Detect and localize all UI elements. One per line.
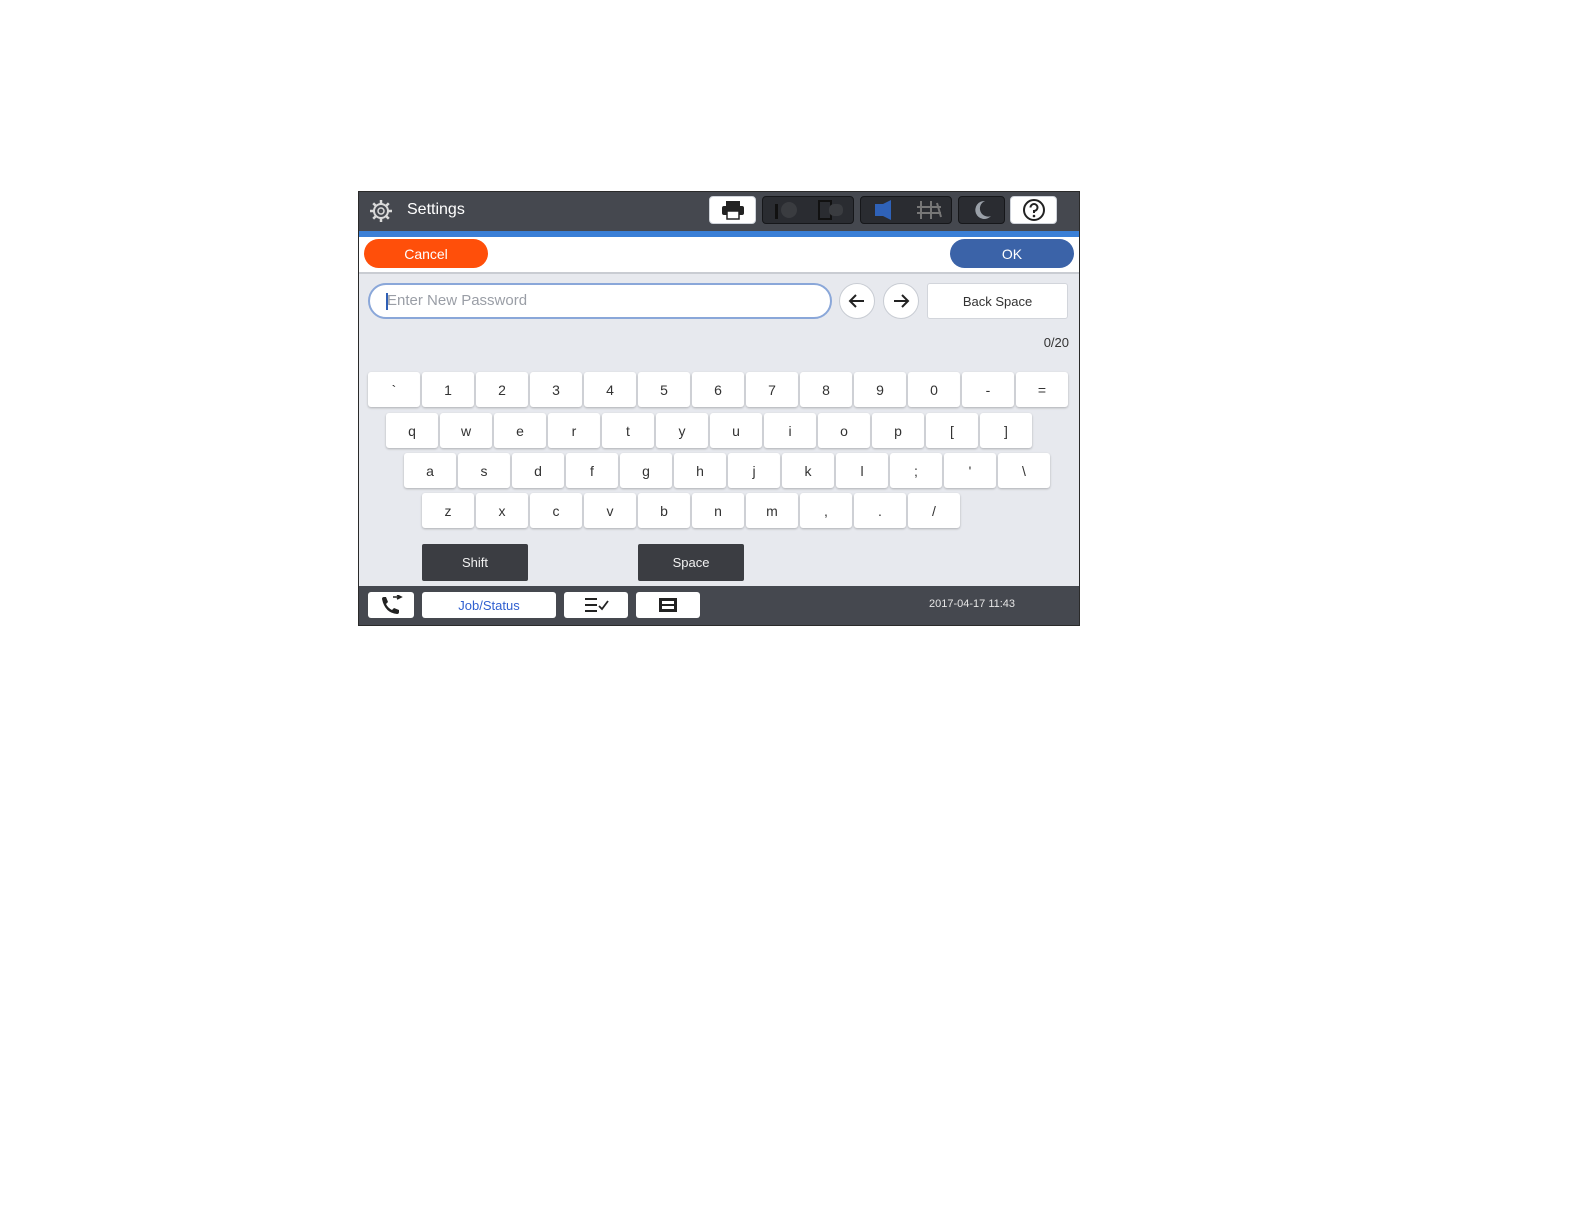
cursor-right-button[interactable] [883,283,919,319]
key[interactable]: r [548,413,600,448]
supply-status-button[interactable] [762,196,854,224]
key[interactable]: a [404,453,456,488]
key[interactable]: 1 [422,372,474,407]
key[interactable]: v [584,493,636,528]
paper-tray-button[interactable] [636,592,700,618]
key[interactable]: h [674,453,726,488]
key[interactable]: . [854,493,906,528]
network-icon [917,201,942,219]
key[interactable]: u [710,413,762,448]
connection-status-button[interactable] [860,196,952,224]
password-input[interactable]: Enter New Password [368,283,832,319]
job-status-button[interactable]: Job/Status [422,592,556,618]
action-bar: Cancel OK [359,237,1079,274]
title-bar: Settings [359,192,1079,231]
key[interactable]: \ [998,453,1050,488]
space-key[interactable]: Space [638,544,744,581]
cursor-left-button[interactable] [839,283,875,319]
key[interactable]: ] [980,413,1032,448]
key[interactable]: e [494,413,546,448]
shift-key[interactable]: Shift [422,544,528,581]
printer-icon [722,201,744,220]
page-title: Settings [407,201,465,218]
key[interactable]: 3 [530,372,582,407]
gear-icon [369,199,393,223]
key[interactable]: g [620,453,672,488]
volume-icon [875,200,891,220]
key[interactable]: w [440,413,492,448]
sleep-button[interactable] [958,196,1005,224]
backspace-button[interactable]: Back Space [927,283,1068,319]
key[interactable]: ; [890,453,942,488]
key[interactable]: o [818,413,870,448]
key[interactable]: z [422,493,474,528]
key[interactable]: 7 [746,372,798,407]
key[interactable]: c [530,493,582,528]
key[interactable]: 0 [908,372,960,407]
key[interactable]: / [908,493,960,528]
key[interactable]: - [962,372,1014,407]
key[interactable]: k [782,453,834,488]
password-placeholder: Enter New Password [387,292,528,309]
key[interactable]: ` [368,372,420,407]
job-list-button[interactable] [564,592,628,618]
ok-button[interactable]: OK [950,239,1074,268]
key[interactable]: [ [926,413,978,448]
key[interactable]: j [728,453,780,488]
datetime-display: 2017-04-17 11:43 [929,598,1016,610]
key[interactable]: p [872,413,924,448]
arrow-right-icon [894,294,910,308]
key[interactable]: 4 [584,372,636,407]
key[interactable]: f [566,453,618,488]
key[interactable]: x [476,493,528,528]
job-list-icon [585,598,609,612]
key[interactable]: d [512,453,564,488]
printer-control-panel: Settings Cancel OK Enter New Password Ba… [358,191,1080,626]
ink-icon [775,202,797,219]
key[interactable]: s [458,453,510,488]
key[interactable]: 5 [638,372,690,407]
fax-icon [382,595,403,614]
key[interactable]: 2 [476,372,528,407]
sleep-icon [975,200,991,219]
printer-status-button[interactable] [709,196,756,224]
bottom-bar: Job/Status 2017-04-17 11:43 [359,586,1079,625]
cancel-button[interactable]: Cancel [364,239,488,268]
key[interactable]: 9 [854,372,906,407]
key[interactable]: 6 [692,372,744,407]
key[interactable]: = [1016,372,1068,407]
key[interactable]: l [836,453,888,488]
key[interactable]: i [764,413,816,448]
key[interactable]: 8 [800,372,852,407]
key[interactable]: q [386,413,438,448]
key[interactable]: , [800,493,852,528]
character-counter: 0/20 [1043,335,1069,350]
help-button[interactable] [1010,196,1057,224]
key[interactable]: y [656,413,708,448]
key[interactable]: ' [944,453,996,488]
key[interactable]: b [638,493,690,528]
help-icon [1023,199,1045,221]
key[interactable]: n [692,493,744,528]
fax-button[interactable] [368,592,414,618]
paper-icon [818,200,843,220]
key[interactable]: m [746,493,798,528]
key[interactable]: t [602,413,654,448]
arrow-left-icon [848,294,864,308]
tray-icon [659,598,677,612]
